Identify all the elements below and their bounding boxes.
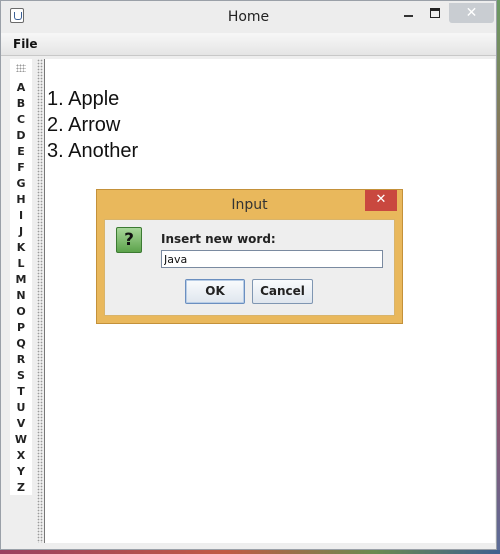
alphabet-list: ABCDEFGHIJKLMNOPQRSTUVWXYZ — [10, 80, 32, 496]
input-dialog: Input ✕ ? Insert new word: OK Cancel — [96, 189, 403, 324]
menu-bar: File — [1, 33, 496, 56]
cancel-button[interactable]: Cancel — [252, 279, 313, 304]
alphabet-letter-n[interactable]: N — [10, 288, 32, 304]
window-title: Home — [227, 9, 270, 25]
menu-file[interactable]: File — [13, 37, 38, 51]
word-list: 1. Apple 2. Arrow 3. Another — [47, 86, 138, 164]
word-list-item: 1. Apple — [47, 88, 120, 110]
title-bar[interactable]: Home ✕ — [1, 1, 496, 34]
alphabet-letter-z[interactable]: Z — [10, 480, 32, 496]
prompt-label: Insert new word: — [161, 232, 276, 246]
alphabet-letter-i[interactable]: I — [10, 208, 32, 224]
question-icon: ? — [116, 227, 142, 253]
minimize-icon[interactable] — [400, 3, 418, 23]
word-input[interactable] — [161, 250, 383, 268]
alphabet-letter-t[interactable]: T — [10, 384, 32, 400]
alphabet-letter-u[interactable]: U — [10, 400, 32, 416]
word-list-item: 2. Arrow — [47, 114, 121, 136]
word-list-item: 3. Another — [47, 140, 139, 162]
alphabet-letter-m[interactable]: M — [10, 272, 32, 288]
alphabet-letter-g[interactable]: G — [10, 176, 32, 192]
alphabet-letter-r[interactable]: R — [10, 352, 32, 368]
toolbar-grip-icon[interactable] — [16, 64, 26, 72]
desktop-edge-bottom — [0, 550, 500, 554]
alphabet-letter-a[interactable]: A — [10, 80, 32, 96]
alphabet-letter-f[interactable]: F — [10, 160, 32, 176]
alphabet-letter-d[interactable]: D — [10, 128, 32, 144]
split-divider[interactable] — [37, 59, 43, 543]
alphabet-toolbar: ABCDEFGHIJKLMNOPQRSTUVWXYZ — [10, 59, 32, 495]
alphabet-letter-x[interactable]: X — [10, 448, 32, 464]
alphabet-letter-j[interactable]: J — [10, 224, 32, 240]
alphabet-letter-o[interactable]: O — [10, 304, 32, 320]
ok-button[interactable]: OK — [185, 279, 245, 304]
alphabet-letter-p[interactable]: P — [10, 320, 32, 336]
dialog-title: Input — [231, 197, 268, 213]
alphabet-letter-e[interactable]: E — [10, 144, 32, 160]
alphabet-letter-s[interactable]: S — [10, 368, 32, 384]
alphabet-letter-q[interactable]: Q — [10, 336, 32, 352]
alphabet-letter-w[interactable]: W — [10, 432, 32, 448]
dialog-body: ? Insert new word: OK Cancel — [104, 219, 395, 316]
alphabet-letter-c[interactable]: C — [10, 112, 32, 128]
alphabet-letter-b[interactable]: B — [10, 96, 32, 112]
alphabet-letter-v[interactable]: V — [10, 416, 32, 432]
alphabet-letter-k[interactable]: K — [10, 240, 32, 256]
alphabet-letter-y[interactable]: Y — [10, 464, 32, 480]
close-icon[interactable]: ✕ — [449, 3, 494, 23]
alphabet-letter-h[interactable]: H — [10, 192, 32, 208]
alphabet-letter-l[interactable]: L — [10, 256, 32, 272]
maximize-icon[interactable] — [425, 3, 447, 23]
dialog-close-icon[interactable]: ✕ — [365, 190, 397, 211]
